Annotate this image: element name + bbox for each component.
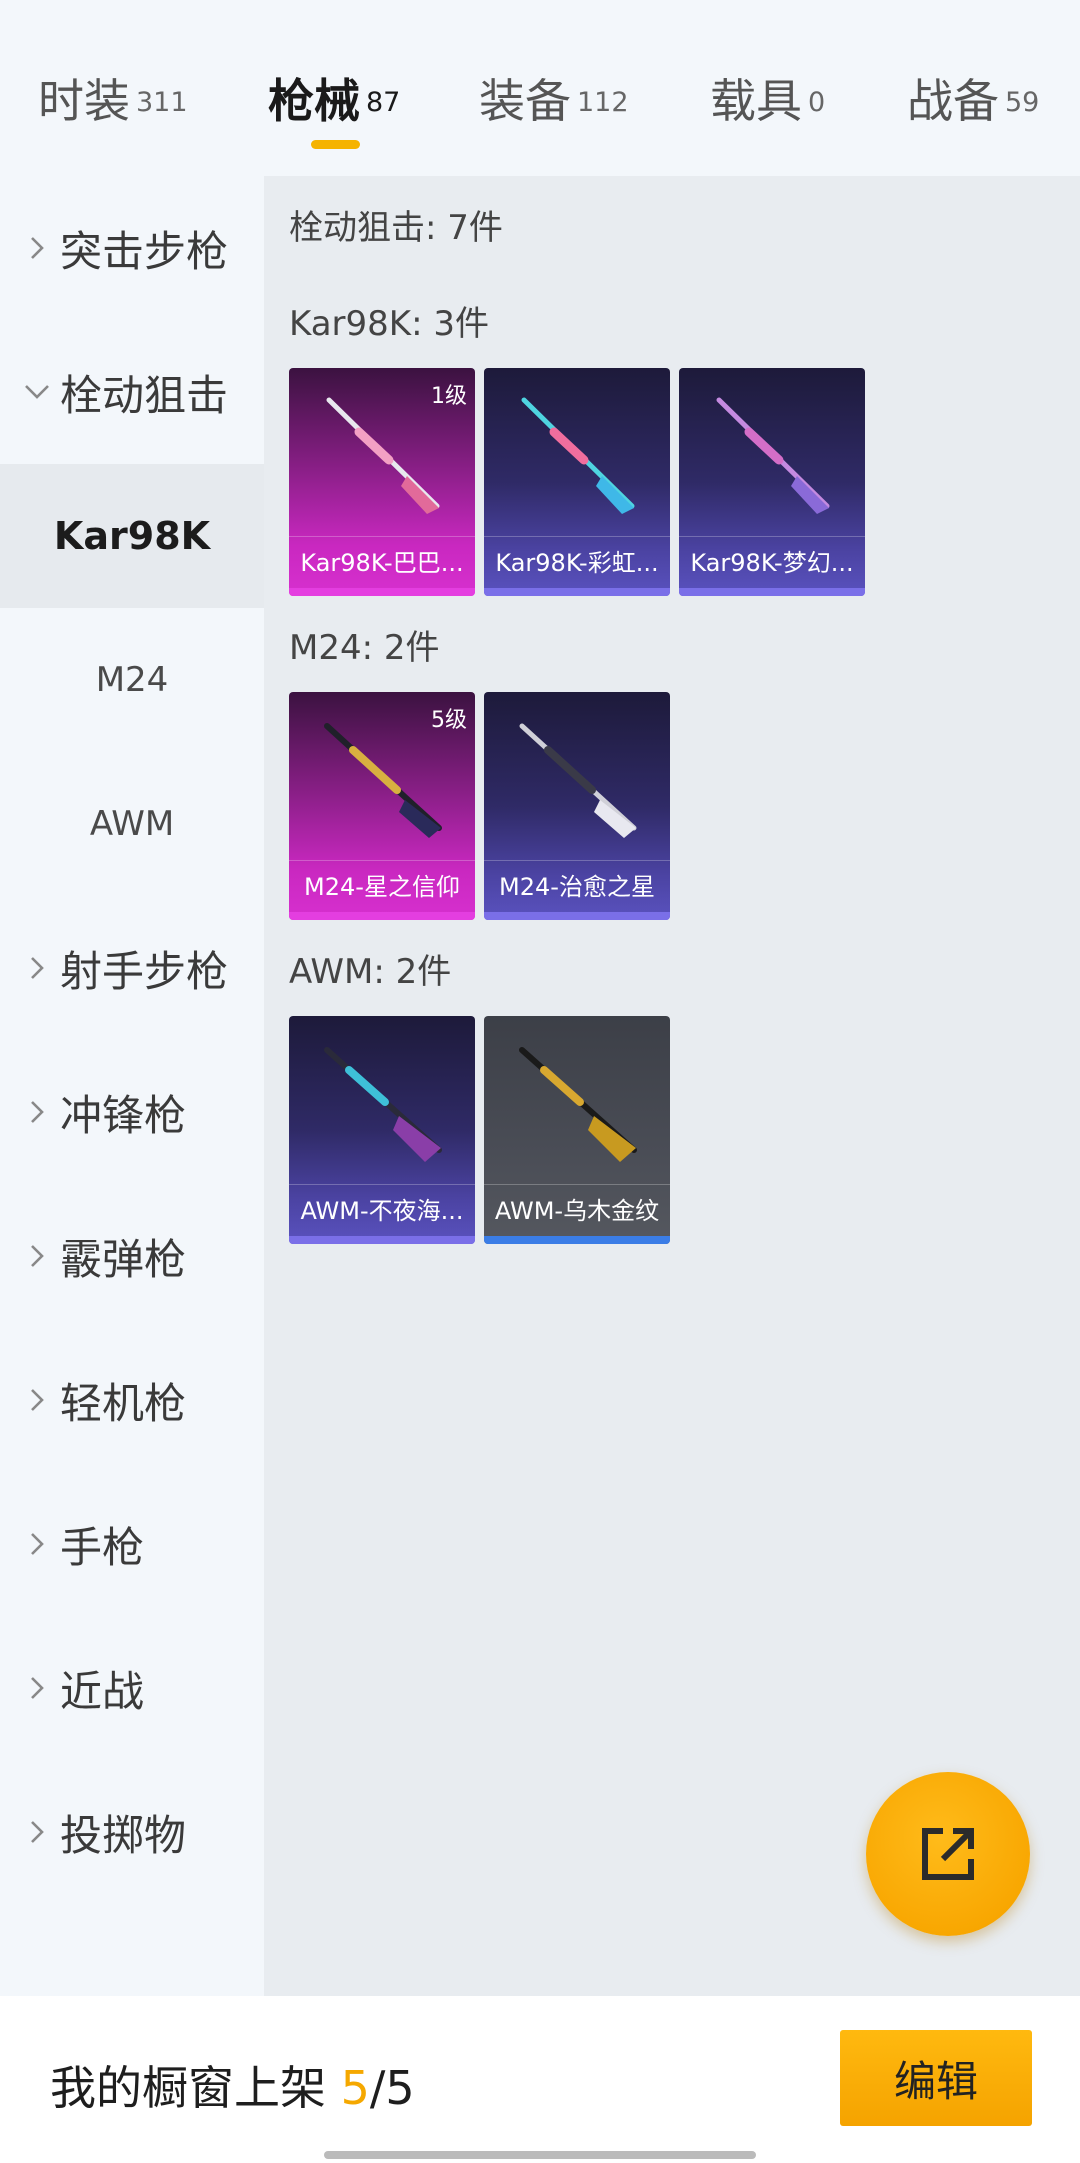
skin-card[interactable]: AWM-不夜海... (289, 1016, 475, 1244)
tab-label: 战备 (907, 74, 999, 128)
skin-card[interactable]: M24-治愈之星 (484, 692, 670, 920)
chevron-right-icon (24, 1099, 50, 1125)
chevron-right-icon (24, 1819, 50, 1845)
chevron-right-icon (24, 1387, 50, 1413)
tab-equipment[interactable]: 装备 112 (479, 70, 629, 140)
sidebar-subitem-m24[interactable]: M24 (0, 608, 264, 752)
level-badge: 1级 (431, 384, 467, 409)
sidebar-item-label: 射手步枪 (60, 946, 229, 996)
tab-label: 时装 (38, 74, 130, 128)
tab-label: 枪械 (268, 74, 360, 128)
skin-name: AWM-不夜海... (289, 1184, 475, 1236)
sidebar-item-label: 手枪 (60, 1522, 145, 1572)
category-tab-bar: 时装 311 枪械 87 装备 112 载具 0 战备 59 (0, 0, 1080, 176)
showcase-status: 我的橱窗上架 5/5 (50, 2052, 415, 2118)
tab-vehicles[interactable]: 载具 0 (710, 70, 825, 140)
rarity-bar (679, 588, 865, 596)
weapon-category-sidebar: 突击步枪 栓动狙击 Kar98K M24 AWM 射手步枪 冲锋枪 霰弹枪 轻机… (0, 176, 264, 1996)
showcase-current-count: 5 (340, 2061, 370, 2115)
skin-name: Kar98K-彩虹... (484, 536, 670, 588)
sidebar-item-lmg[interactable]: 轻机枪 (0, 1350, 264, 1450)
skin-card[interactable]: AWM-乌木金纹 (484, 1016, 670, 1244)
rarity-bar (484, 1236, 670, 1244)
showcase-bar: 我的橱窗上架 5/5 编辑 (0, 1996, 1080, 2163)
sidebar-item-throwable[interactable]: 投掷物 (0, 1782, 264, 1882)
rifle-image (716, 397, 830, 514)
tab-count: 59 (1005, 87, 1040, 118)
skin-name: Kar98K-梦幻... (679, 536, 865, 588)
group-title-m24: M24: 2件 (289, 628, 440, 668)
sidebar-item-label: 冲锋枪 (60, 1090, 187, 1140)
sidebar-subitem-kar98k[interactable]: Kar98K (0, 464, 264, 608)
sidebar-item-smg[interactable]: 冲锋枪 (0, 1062, 264, 1162)
sidebar-item-label: 栓动狙击 (60, 370, 229, 420)
rifle-image (519, 1047, 637, 1162)
sidebar-item-shotgun[interactable]: 霰弹枪 (0, 1206, 264, 1306)
chevron-right-icon (24, 1675, 50, 1701)
sidebar-item-bolt-sniper[interactable]: 栓动狙击 (0, 342, 264, 442)
rifle-image (324, 1047, 442, 1162)
tab-supplies[interactable]: 战备 59 (907, 70, 1039, 140)
sidebar-item-label: 投掷物 (60, 1810, 187, 1860)
home-indicator[interactable] (324, 2151, 756, 2159)
tab-count: 311 (136, 87, 188, 118)
tab-guns[interactable]: 枪械 87 (268, 70, 400, 140)
chevron-right-icon (24, 955, 50, 981)
showcase-separator: / (369, 2061, 386, 2115)
showcase-total-count: 5 (385, 2061, 415, 2115)
chevron-right-icon (24, 235, 50, 261)
sidebar-subitem-awm[interactable]: AWM (0, 752, 264, 896)
skin-name: Kar98K-巴巴... (289, 536, 475, 588)
skin-card[interactable]: 1级 Kar98K-巴巴... (289, 368, 475, 596)
skin-card[interactable]: Kar98K-梦幻... (679, 368, 865, 596)
chevron-right-icon (24, 1531, 50, 1557)
skin-list-panel: 栓动狙击: 7件 Kar98K: 3件 1级 Kar98K-巴巴... Kar9… (264, 176, 1080, 1996)
tab-count: 0 (808, 87, 826, 118)
tab-fashion[interactable]: 时装 311 (38, 70, 188, 140)
sidebar-item-marksman-rifle[interactable]: 射手步枪 (0, 918, 264, 1018)
group-title-kar98k: Kar98K: 3件 (289, 304, 489, 344)
sidebar-item-label: 突击步枪 (60, 226, 229, 276)
chevron-down-icon (24, 379, 50, 405)
sidebar-item-melee[interactable]: 近战 (0, 1638, 264, 1738)
level-badge: 5级 (431, 708, 467, 733)
share-external-icon (922, 1828, 974, 1880)
rarity-bar (289, 912, 475, 920)
sidebar-item-label: 霰弹枪 (60, 1234, 187, 1284)
skin-card[interactable]: 5级 M24-星之信仰 (289, 692, 475, 920)
showcase-label: 我的橱窗上架 (50, 2061, 326, 2115)
rifle-image (521, 397, 635, 514)
sidebar-item-assault-rifle[interactable]: 突击步枪 (0, 198, 264, 298)
sidebar-item-label: 近战 (60, 1666, 145, 1716)
active-tab-indicator (311, 140, 360, 149)
share-button[interactable] (866, 1772, 1030, 1936)
edit-button[interactable]: 编辑 (840, 2030, 1032, 2126)
tab-label: 载具 (710, 74, 802, 128)
skin-name: M24-星之信仰 (289, 860, 475, 912)
skin-card[interactable]: Kar98K-彩虹... (484, 368, 670, 596)
tab-count: 87 (366, 87, 401, 118)
rifle-image (519, 723, 637, 838)
sidebar-item-label: 轻机枪 (60, 1378, 187, 1428)
skin-name: M24-治愈之星 (484, 860, 670, 912)
section-title: 栓动狙击: 7件 (289, 208, 503, 248)
group-title-awm: AWM: 2件 (289, 952, 452, 992)
sidebar-item-pistol[interactable]: 手枪 (0, 1494, 264, 1594)
rarity-bar (289, 588, 475, 596)
tab-label: 装备 (479, 74, 571, 128)
rarity-bar (484, 588, 670, 596)
rarity-bar (289, 1236, 475, 1244)
skin-name: AWM-乌木金纹 (484, 1184, 670, 1236)
tab-count: 112 (577, 87, 629, 118)
chevron-right-icon (24, 1243, 50, 1269)
rarity-bar (484, 912, 670, 920)
